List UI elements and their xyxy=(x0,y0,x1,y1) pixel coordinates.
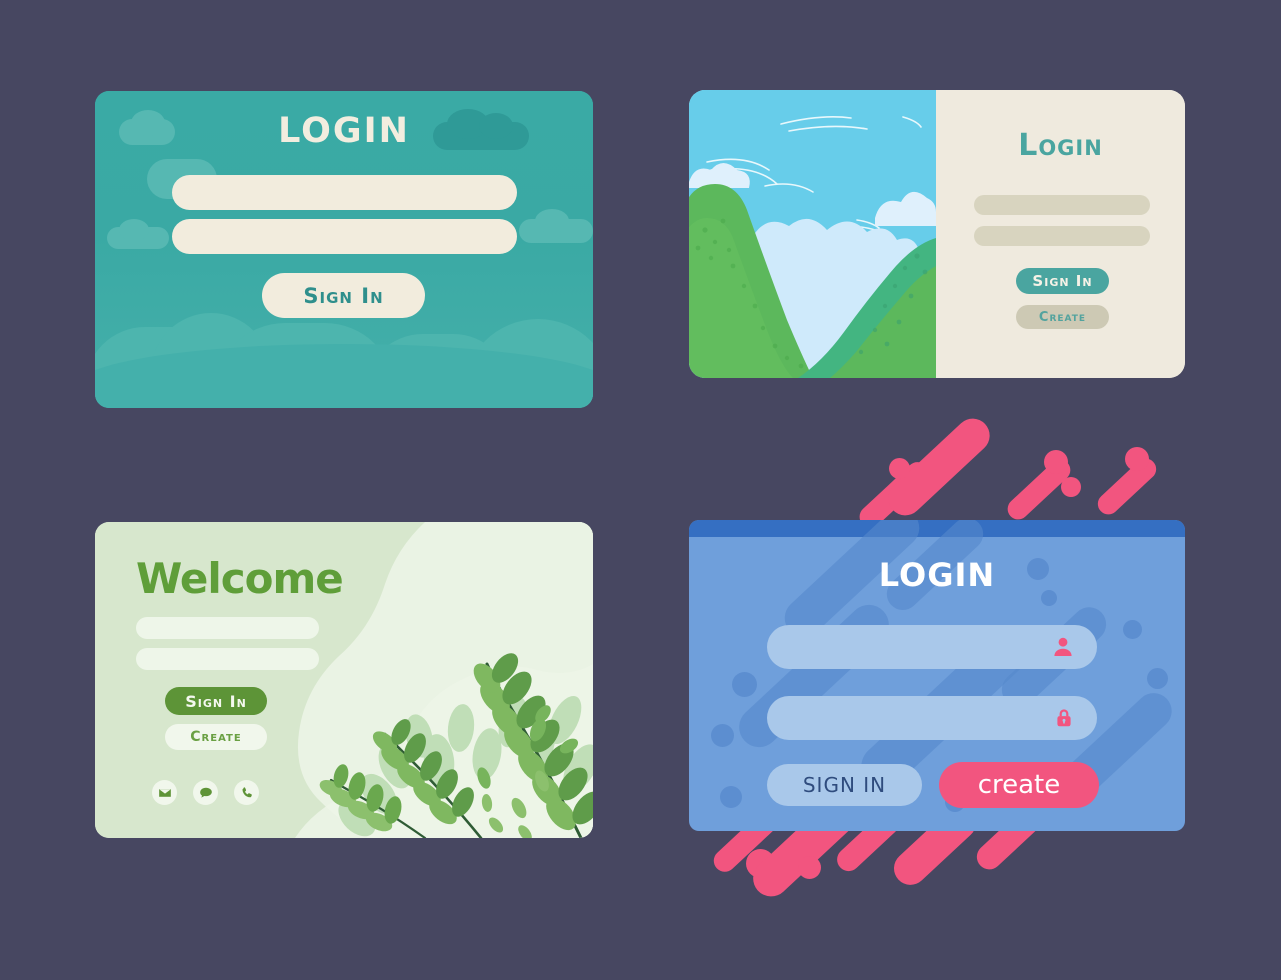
card-gallery: LOGIN Sign In Login Sign In Create Welco… xyxy=(0,0,1281,980)
landscape-svg xyxy=(689,90,936,378)
pink-dot-decor xyxy=(1125,447,1149,471)
pink-dot-decor xyxy=(889,458,910,479)
create-button[interactable]: create xyxy=(939,762,1099,808)
sign-in-button[interactable]: Sign In xyxy=(165,687,267,715)
pink-dot-decor xyxy=(798,856,821,879)
chat-icon[interactable] xyxy=(193,780,218,805)
window-titlebar xyxy=(689,520,1185,537)
lock-icon xyxy=(1057,709,1071,727)
phone-icon[interactable] xyxy=(234,780,259,805)
landscape-illustration xyxy=(689,90,936,378)
ground-band xyxy=(95,344,593,408)
page-title: Welcome xyxy=(136,554,344,603)
password-field[interactable] xyxy=(767,696,1097,740)
cloud-icon xyxy=(119,219,149,241)
page-title: LOGIN xyxy=(878,556,996,594)
create-button[interactable]: Create xyxy=(1016,305,1109,329)
user-icon xyxy=(1054,637,1072,656)
username-field[interactable] xyxy=(974,195,1150,215)
sign-in-button[interactable]: Sign In xyxy=(1016,268,1109,294)
pink-dot-decor xyxy=(1061,477,1081,497)
page-title: Login xyxy=(1018,128,1103,163)
mail-icon[interactable] xyxy=(152,780,177,805)
password-field[interactable] xyxy=(136,648,319,670)
card-blue-login: LOGIN SIGN IN create xyxy=(689,520,1185,831)
blue-dot-decor xyxy=(732,672,757,697)
password-field[interactable] xyxy=(172,219,517,254)
blue-dot-decor xyxy=(720,786,742,808)
card-landscape-login: Login Sign In Create xyxy=(689,90,1185,378)
username-field[interactable] xyxy=(136,617,319,639)
password-field[interactable] xyxy=(974,226,1150,246)
create-button[interactable]: Create xyxy=(165,724,267,750)
username-field[interactable] xyxy=(767,625,1097,669)
card-teal-sky-login: LOGIN Sign In xyxy=(95,91,593,408)
blue-dot-decor xyxy=(1147,668,1168,689)
blue-dot-decor xyxy=(1123,620,1142,639)
chat-glyph xyxy=(199,787,212,798)
pink-dot-decor xyxy=(1044,450,1068,474)
card-blue-login-group: LOGIN SIGN IN create xyxy=(688,411,1188,904)
username-field[interactable] xyxy=(172,175,517,210)
phone-glyph xyxy=(242,786,252,797)
sign-in-button[interactable]: SIGN IN xyxy=(767,764,922,806)
blue-dot-decor xyxy=(711,724,734,747)
page-title: LOGIN xyxy=(278,111,410,151)
mail-glyph xyxy=(158,788,171,797)
cloud-icon xyxy=(535,209,569,233)
sign-in-button[interactable]: Sign In xyxy=(262,273,425,318)
card-welcome-leaves: Welcome Sign In Create xyxy=(95,522,593,838)
